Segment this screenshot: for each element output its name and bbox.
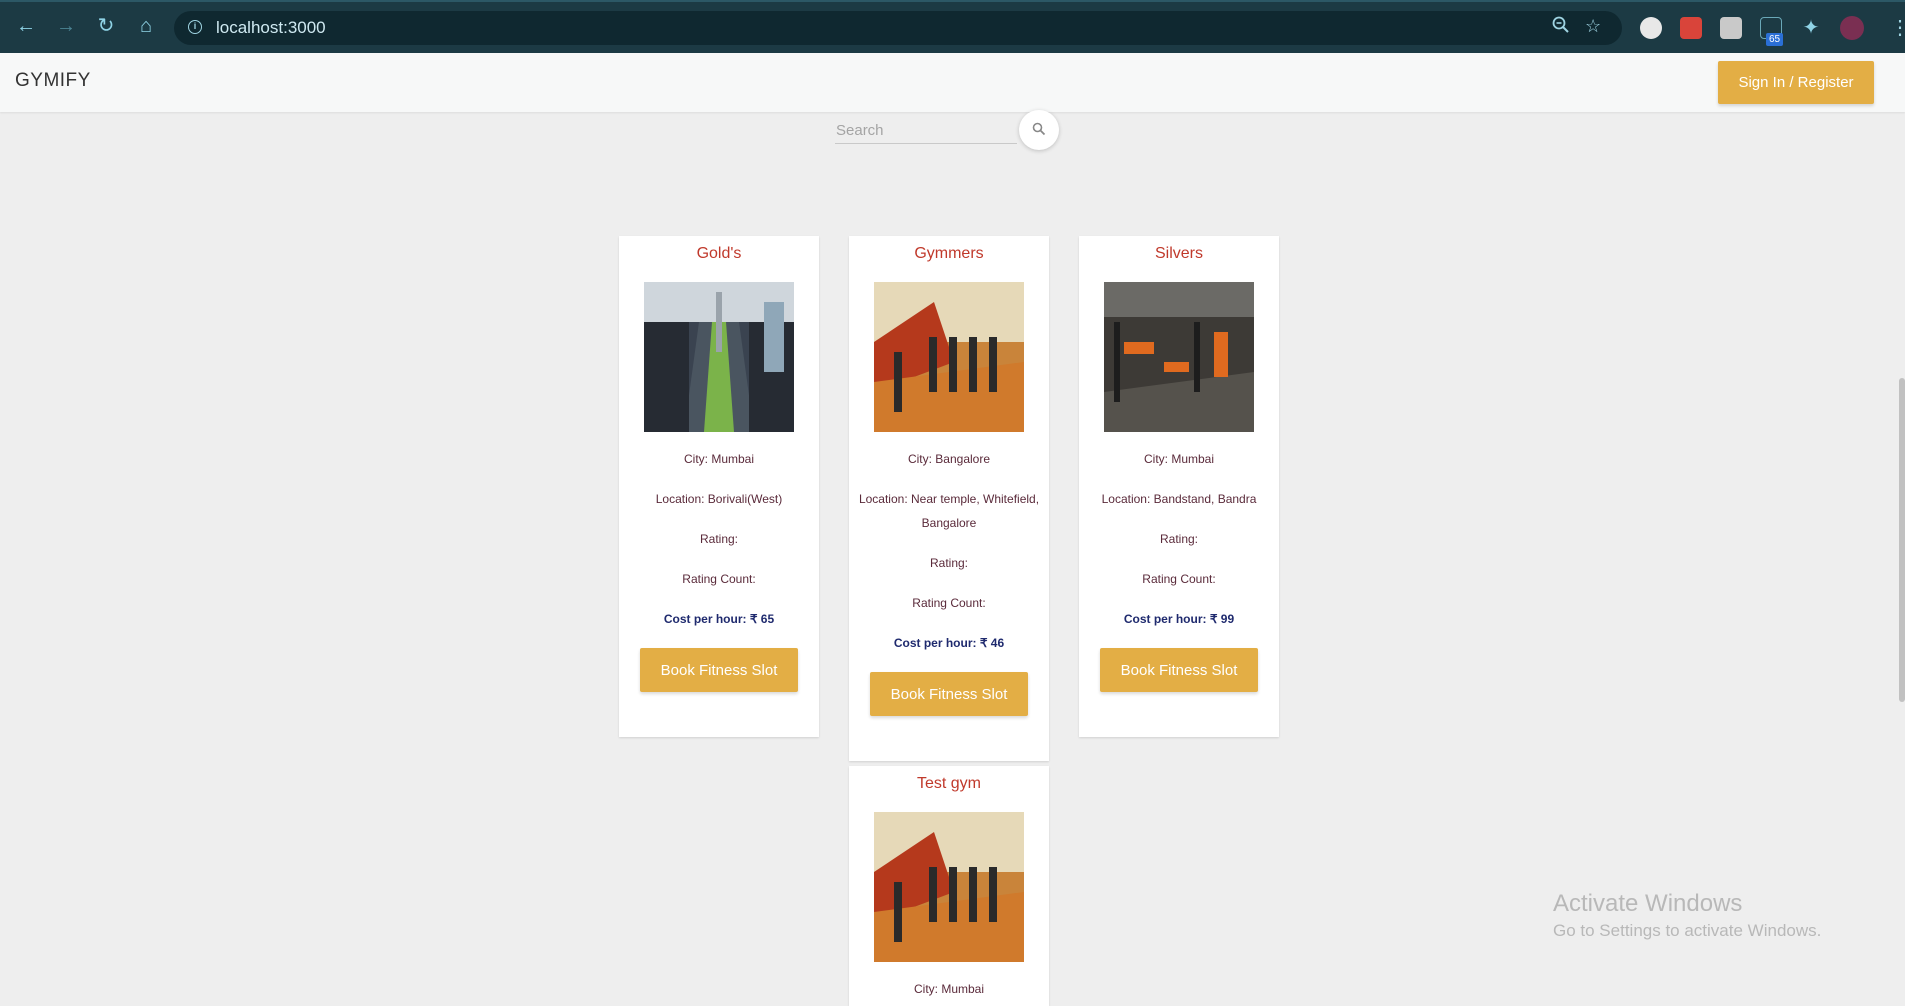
gym-rating: Rating: [929,556,969,570]
cost-label: Cost per hour: [663,612,750,626]
cost-value: ₹ 99 [1209,612,1235,626]
forward-icon[interactable]: → [53,13,79,39]
extension-icon-2[interactable] [1680,17,1702,39]
gym-name: Gold's [696,245,742,262]
gym-photo [874,282,1024,432]
search-input[interactable] [835,117,1017,144]
gym-card: Test gym City: Mumbai [849,766,1049,1006]
extension-badge: 65 [1766,33,1784,46]
book-fitness-slot-button[interactable]: Book Fitness Slot [870,672,1028,716]
info-icon[interactable]: i [188,20,202,34]
cost-value: ₹ 65 [749,612,775,626]
gym-photo [1104,282,1254,432]
extension-icon-3[interactable] [1720,17,1742,39]
profile-avatar[interactable] [1840,16,1864,40]
gym-card: Silvers City: Mumbai Location: Bandstand… [1079,236,1279,737]
extension-icon-1[interactable] [1640,17,1662,39]
cost-label: Cost per hour: [1123,612,1210,626]
extensions-icon[interactable]: ✦ [1800,17,1822,39]
gym-photo [644,282,794,432]
gym-rating-count: Rating Count: [1142,572,1216,586]
gym-location: Location: Near temple, Whitefield, Banga… [858,492,1040,530]
watermark-title: Activate Windows [1553,890,1743,917]
brand-logo[interactable]: GYMIFY [15,70,91,92]
gym-card: Gold's City: Mumbai Location: Borivali(W… [619,236,819,737]
gym-card: Gymmers City: Bangalore Location: Near t… [849,236,1049,761]
gym-rating-count: Rating Count: [682,572,756,586]
book-fitness-slot-button[interactable]: Book Fitness Slot [640,648,798,692]
cost-label: Cost per hour: [893,636,980,650]
browser-toolbar: ← → ↻ ⌂ i localhost:3000 ☆ 65 ✦ ⋮ [0,0,1905,53]
gym-photo [874,812,1024,962]
activate-windows-watermark: Activate Windows Go to Settings to activ… [1553,890,1821,941]
address-url[interactable]: localhost:3000 [216,18,326,38]
address-bar[interactable]: i localhost:3000 ☆ [174,11,1622,45]
gym-city: City: Bangalore [907,452,991,466]
search-icon [1032,122,1046,135]
gym-cost: Cost per hour: ₹ 99 [1079,607,1279,631]
gym-location: Location: Borivali(West) [655,492,783,506]
gym-name: Silvers [1154,245,1203,262]
menu-icon[interactable]: ⋮ [1890,15,1905,40]
gym-rating: Rating: [699,532,739,546]
watermark-subtitle: Go to Settings to activate Windows. [1553,921,1822,940]
sign-in-register-button[interactable]: Sign In / Register [1718,61,1874,104]
gym-cost: Cost per hour: ₹ 65 [619,607,819,631]
zoom-icon[interactable] [1552,16,1570,39]
back-icon[interactable]: ← [13,13,39,39]
search-button[interactable] [1019,110,1059,150]
gym-city: City: Mumbai [913,982,984,996]
gym-city: City: Mumbai [1143,452,1214,466]
star-icon[interactable]: ☆ [1585,16,1601,37]
gym-cost: Cost per hour: ₹ 46 [849,631,1049,655]
reload-icon[interactable]: ↻ [93,13,119,39]
gym-name: Test gym [916,775,981,792]
app-header: GYMIFY Sign In / Register [0,53,1905,112]
page-scrollbar[interactable] [1899,378,1905,702]
gym-name: Gymmers [914,245,984,262]
gym-rating: Rating: [1159,532,1199,546]
book-fitness-slot-button[interactable]: Book Fitness Slot [1100,648,1258,692]
gym-rating-count: Rating Count: [912,596,986,610]
gym-location: Location: Bandstand, Bandra [1101,492,1257,506]
cost-value: ₹ 46 [979,636,1005,650]
home-icon[interactable]: ⌂ [133,13,159,39]
gym-city: City: Mumbai [683,452,754,466]
